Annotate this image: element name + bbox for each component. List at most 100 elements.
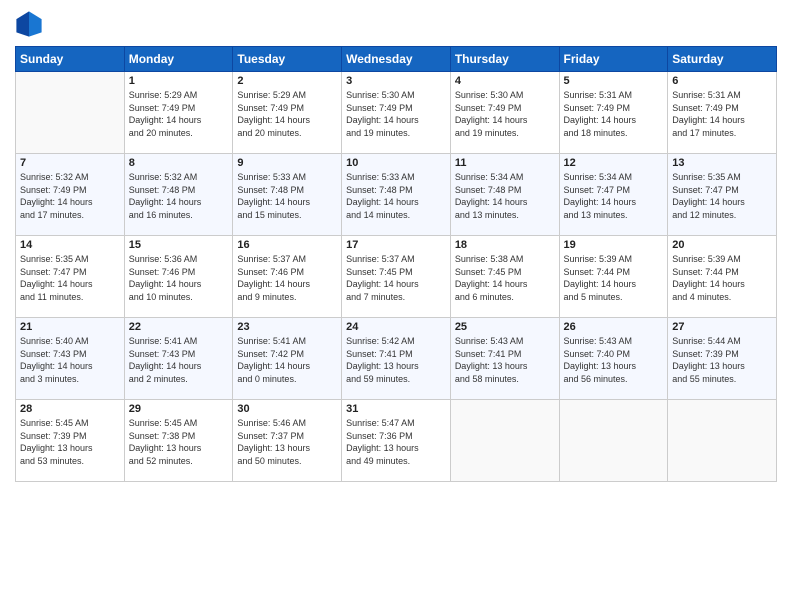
calendar-cell: 13 Sunrise: 5:35 AM Sunset: 7:47 PM Dayli… [668,154,777,236]
day-info: Sunrise: 5:34 AM Sunset: 7:47 PM Dayligh… [564,171,664,221]
day-info: Sunrise: 5:34 AM Sunset: 7:48 PM Dayligh… [455,171,555,221]
calendar-cell: 14 Sunrise: 5:35 AM Sunset: 7:47 PM Dayli… [16,236,125,318]
day-info: Sunrise: 5:42 AM Sunset: 7:41 PM Dayligh… [346,335,446,385]
day-info: Sunrise: 5:39 AM Sunset: 7:44 PM Dayligh… [564,253,664,303]
day-number: 27 [672,321,772,333]
day-info: Sunrise: 5:32 AM Sunset: 7:48 PM Dayligh… [129,171,229,221]
logo [15,10,47,38]
day-info: Sunrise: 5:33 AM Sunset: 7:48 PM Dayligh… [237,171,337,221]
day-info: Sunrise: 5:47 AM Sunset: 7:36 PM Dayligh… [346,417,446,467]
calendar-cell: 21 Sunrise: 5:40 AM Sunset: 7:43 PM Dayli… [16,318,125,400]
day-info: Sunrise: 5:33 AM Sunset: 7:48 PM Dayligh… [346,171,446,221]
calendar-week-2: 14 Sunrise: 5:35 AM Sunset: 7:47 PM Dayli… [16,236,777,318]
calendar-cell [559,400,668,482]
weekday-header: SundayMondayTuesdayWednesdayThursdayFrid… [16,47,777,72]
day-number: 2 [237,75,337,87]
day-info: Sunrise: 5:40 AM Sunset: 7:43 PM Dayligh… [20,335,120,385]
calendar-week-0: 1 Sunrise: 5:29 AM Sunset: 7:49 PM Daylig… [16,72,777,154]
day-number: 25 [455,321,555,333]
calendar-cell: 9Sunrise: 5:33 AM Sunset: 7:48 PM Daylig… [233,154,342,236]
weekday-thursday: Thursday [450,47,559,72]
day-info: Sunrise: 5:37 AM Sunset: 7:46 PM Dayligh… [237,253,337,303]
day-number: 30 [237,403,337,415]
calendar-cell: 7 Sunrise: 5:32 AM Sunset: 7:49 PM Daylig… [16,154,125,236]
day-info: Sunrise: 5:43 AM Sunset: 7:41 PM Dayligh… [455,335,555,385]
calendar-cell: 20 Sunrise: 5:39 AM Sunset: 7:44 PM Dayli… [668,236,777,318]
weekday-saturday: Saturday [668,47,777,72]
day-number: 26 [564,321,664,333]
day-number: 7 [20,157,120,169]
day-info: Sunrise: 5:32 AM Sunset: 7:49 PM Dayligh… [20,171,120,221]
calendar-cell: 31 Sunrise: 5:47 AM Sunset: 7:36 PM Dayli… [342,400,451,482]
calendar-cell: 4Sunrise: 5:30 AM Sunset: 7:49 PM Daylig… [450,72,559,154]
calendar-cell: 27 Sunrise: 5:44 AM Sunset: 7:39 PM Dayli… [668,318,777,400]
logo-icon [15,10,43,38]
calendar-cell: 17 Sunrise: 5:37 AM Sunset: 7:45 PM Dayli… [342,236,451,318]
day-number: 3 [346,75,446,87]
day-info: Sunrise: 5:39 AM Sunset: 7:44 PM Dayligh… [672,253,772,303]
calendar-cell: 12Sunrise: 5:34 AM Sunset: 7:47 PM Dayli… [559,154,668,236]
calendar-cell: 24 Sunrise: 5:42 AM Sunset: 7:41 PM Dayli… [342,318,451,400]
calendar-cell: 23Sunrise: 5:41 AM Sunset: 7:42 PM Dayli… [233,318,342,400]
day-number: 5 [564,75,664,87]
day-number: 10 [346,157,446,169]
calendar-cell: 10 Sunrise: 5:33 AM Sunset: 7:48 PM Dayli… [342,154,451,236]
weekday-tuesday: Tuesday [233,47,342,72]
calendar-cell: 18 Sunrise: 5:38 AM Sunset: 7:45 PM Dayli… [450,236,559,318]
day-info: Sunrise: 5:45 AM Sunset: 7:39 PM Dayligh… [20,417,120,467]
day-number: 6 [672,75,772,87]
day-info: Sunrise: 5:44 AM Sunset: 7:39 PM Dayligh… [672,335,772,385]
calendar-week-1: 7 Sunrise: 5:32 AM Sunset: 7:49 PM Daylig… [16,154,777,236]
day-info: Sunrise: 5:46 AM Sunset: 7:37 PM Dayligh… [237,417,337,467]
day-number: 31 [346,403,446,415]
day-number: 19 [564,239,664,251]
day-number: 13 [672,157,772,169]
header [15,10,777,38]
day-info: Sunrise: 5:41 AM Sunset: 7:43 PM Dayligh… [129,335,229,385]
calendar-body: 1 Sunrise: 5:29 AM Sunset: 7:49 PM Daylig… [16,72,777,482]
day-info: Sunrise: 5:30 AM Sunset: 7:49 PM Dayligh… [346,89,446,139]
day-number: 8 [129,157,229,169]
day-info: Sunrise: 5:41 AM Sunset: 7:42 PM Dayligh… [237,335,337,385]
calendar-week-4: 28 Sunrise: 5:45 AM Sunset: 7:39 PM Dayli… [16,400,777,482]
calendar-cell [450,400,559,482]
day-info: Sunrise: 5:35 AM Sunset: 7:47 PM Dayligh… [20,253,120,303]
calendar-cell: 5Sunrise: 5:31 AM Sunset: 7:49 PM Daylig… [559,72,668,154]
calendar-cell: 29Sunrise: 5:45 AM Sunset: 7:38 PM Dayli… [124,400,233,482]
calendar-cell: 3 Sunrise: 5:30 AM Sunset: 7:49 PM Daylig… [342,72,451,154]
day-info: Sunrise: 5:43 AM Sunset: 7:40 PM Dayligh… [564,335,664,385]
day-info: Sunrise: 5:38 AM Sunset: 7:45 PM Dayligh… [455,253,555,303]
day-info: Sunrise: 5:30 AM Sunset: 7:49 PM Dayligh… [455,89,555,139]
weekday-sunday: Sunday [16,47,125,72]
day-number: 1 [129,75,229,87]
calendar-cell: 1 Sunrise: 5:29 AM Sunset: 7:49 PM Daylig… [124,72,233,154]
calendar-cell: 8 Sunrise: 5:32 AM Sunset: 7:48 PM Daylig… [124,154,233,236]
day-number: 24 [346,321,446,333]
weekday-wednesday: Wednesday [342,47,451,72]
day-info: Sunrise: 5:35 AM Sunset: 7:47 PM Dayligh… [672,171,772,221]
calendar-cell: 15 Sunrise: 5:36 AM Sunset: 7:46 PM Dayli… [124,236,233,318]
day-info: Sunrise: 5:29 AM Sunset: 7:49 PM Dayligh… [129,89,229,139]
day-number: 20 [672,239,772,251]
calendar-cell: 6 Sunrise: 5:31 AM Sunset: 7:49 PM Daylig… [668,72,777,154]
day-info: Sunrise: 5:31 AM Sunset: 7:49 PM Dayligh… [672,89,772,139]
calendar-cell: 28 Sunrise: 5:45 AM Sunset: 7:39 PM Dayli… [16,400,125,482]
calendar-cell [16,72,125,154]
day-info: Sunrise: 5:36 AM Sunset: 7:46 PM Dayligh… [129,253,229,303]
day-number: 18 [455,239,555,251]
day-number: 28 [20,403,120,415]
day-number: 15 [129,239,229,251]
day-number: 22 [129,321,229,333]
calendar-cell: 2Sunrise: 5:29 AM Sunset: 7:49 PM Daylig… [233,72,342,154]
calendar-cell: 16Sunrise: 5:37 AM Sunset: 7:46 PM Dayli… [233,236,342,318]
day-number: 14 [20,239,120,251]
weekday-friday: Friday [559,47,668,72]
day-number: 17 [346,239,446,251]
day-number: 21 [20,321,120,333]
page-container: SundayMondayTuesdayWednesdayThursdayFrid… [0,0,792,492]
calendar-cell: 25 Sunrise: 5:43 AM Sunset: 7:41 PM Dayli… [450,318,559,400]
calendar-table: SundayMondayTuesdayWednesdayThursdayFrid… [15,46,777,482]
day-info: Sunrise: 5:37 AM Sunset: 7:45 PM Dayligh… [346,253,446,303]
calendar-cell: 30 Sunrise: 5:46 AM Sunset: 7:37 PM Dayli… [233,400,342,482]
calendar-cell: 26 Sunrise: 5:43 AM Sunset: 7:40 PM Dayli… [559,318,668,400]
